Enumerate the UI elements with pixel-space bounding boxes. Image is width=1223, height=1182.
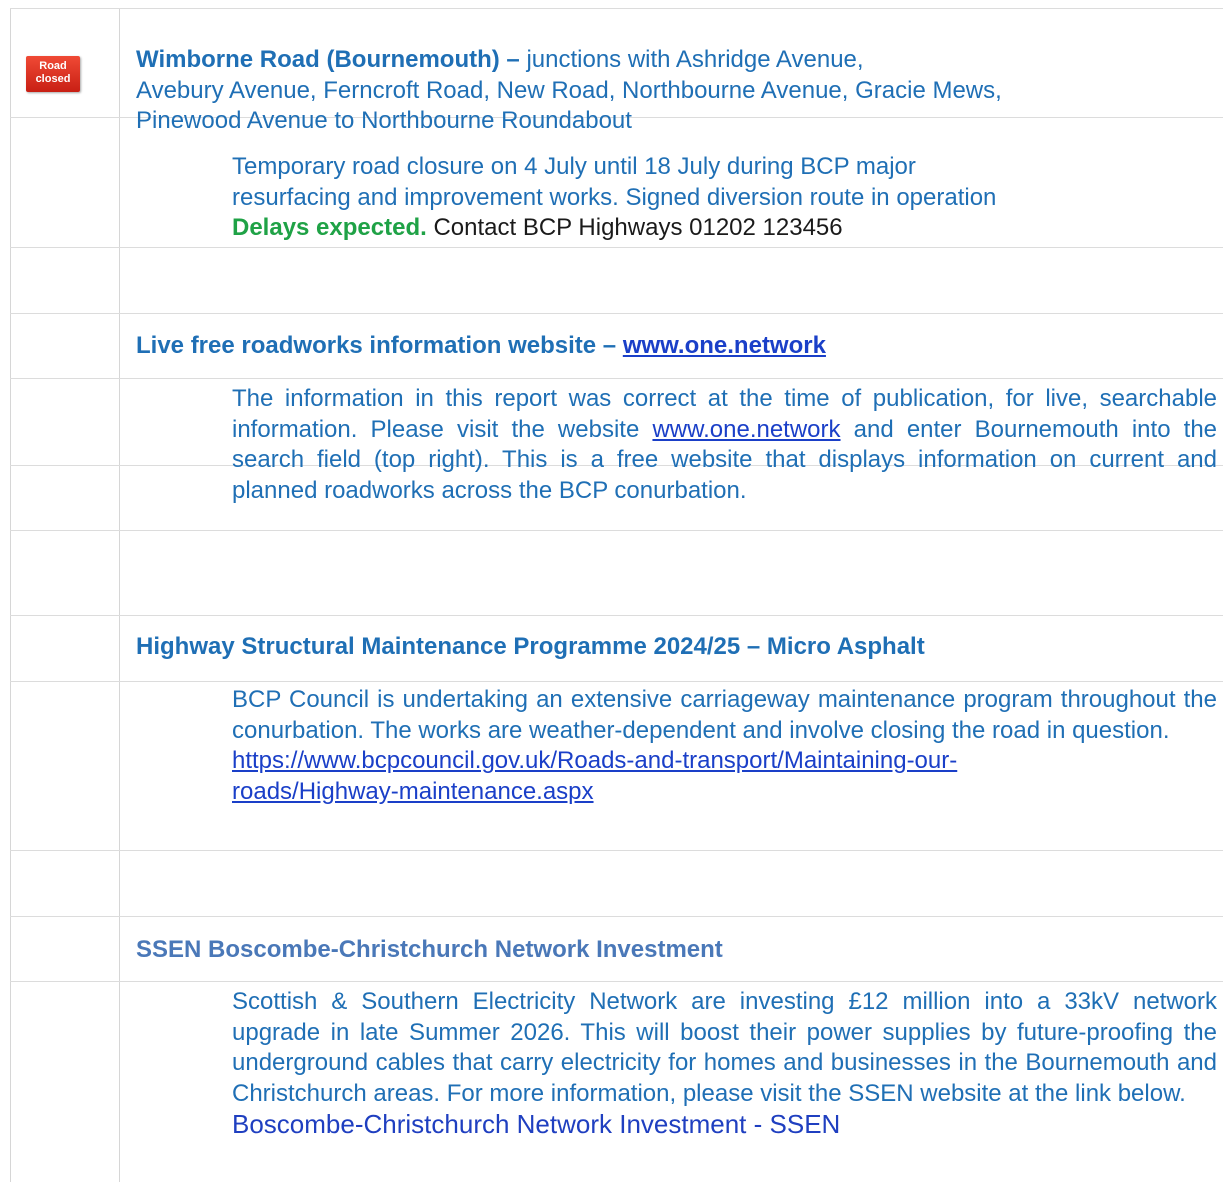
delays-label: Delays expected.: [232, 214, 427, 241]
section-roadworks-body: The information in this report was corre…: [232, 384, 1217, 506]
row-divider: [10, 313, 1223, 314]
row-divider: [10, 615, 1223, 616]
section-ssen-body: Scottish & Southern Electricity Network …: [232, 987, 1217, 1140]
body-line: resurfacing and improvement works. Signe…: [232, 183, 997, 211]
section-title-rest: junctions with Ashridge Avenue,: [526, 46, 864, 73]
contact-text: Contact BCP Highways 01202 123456: [433, 214, 843, 241]
section-ssen-heading: SSEN Boscombe-Christchurch Network Inves…: [136, 936, 723, 963]
row-divider: [10, 247, 1223, 248]
road-closed-sign-icon: Road closed: [26, 56, 80, 92]
table-border-left: [10, 8, 11, 1182]
table-column-divider: [119, 8, 120, 1182]
section-title-line: Avebury Avenue, Ferncroft Road, New Road…: [136, 76, 1002, 104]
section-maintenance-heading: Highway Structural Maintenance Programme…: [136, 633, 925, 660]
body-text: BCP Council is undertaking an extensive …: [232, 686, 1217, 744]
section-wimborne-body: Temporary road closure on 4 July until 1…: [232, 152, 1217, 244]
section-maintenance-body: BCP Council is undertaking an extensive …: [232, 685, 1217, 807]
table-border-top: [10, 8, 1223, 9]
bcp-maintenance-link-cont[interactable]: roads/Highway-maintenance.aspx: [232, 778, 594, 805]
bcp-maintenance-link[interactable]: https://www.bcpcouncil.gov.uk/Roads-and-…: [232, 747, 957, 774]
row-divider: [10, 850, 1223, 851]
section-roadworks-heading: Live free roadworks information website …: [136, 331, 1216, 362]
one-network-body-link[interactable]: www.one.network: [652, 416, 840, 443]
section-title-line: Pinewood Avenue to Northbourne Roundabou…: [136, 107, 632, 134]
one-network-heading-link[interactable]: www.one.network: [623, 332, 826, 359]
row-divider: [10, 916, 1223, 917]
sign-text-closed: closed: [35, 73, 71, 85]
section-title: Live free roadworks information website …: [136, 332, 617, 359]
row-divider: [10, 681, 1223, 682]
body-text: Scottish & Southern Electricity Network …: [232, 988, 1217, 1107]
row-divider: [10, 378, 1223, 379]
section-title: Wimborne Road (Bournemouth) –: [136, 46, 520, 73]
sign-text-road: Road: [39, 60, 67, 72]
row-divider: [10, 981, 1223, 982]
ssen-link[interactable]: Boscombe-Christchurch Network Investment…: [232, 1109, 1217, 1140]
body-line: Temporary road closure on 4 July until 1…: [232, 153, 916, 180]
section-wimborne-heading: Wimborne Road (Bournemouth) – junctions …: [136, 45, 1216, 137]
row-divider: [10, 530, 1223, 531]
